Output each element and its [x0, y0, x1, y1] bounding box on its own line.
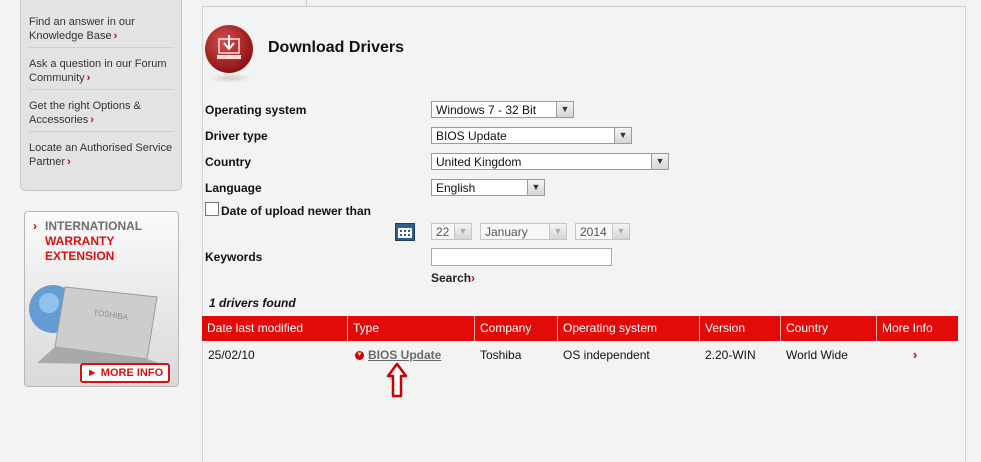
results-count: 1 drivers found: [209, 296, 296, 310]
search-button[interactable]: Search›: [431, 271, 475, 285]
date-filter-label: Date of upload newer than: [221, 204, 372, 218]
row-version: 2.20-WIN: [705, 348, 756, 362]
os-select[interactable]: Windows 7 - 32 Bit ▼: [431, 101, 574, 118]
chevron-down-icon[interactable]: ▼: [651, 154, 668, 169]
keywords-label: Keywords: [205, 250, 263, 264]
forum-community-link[interactable]: Ask a question in our Forum Community ›: [29, 57, 177, 85]
warranty-extension-banner[interactable]: › INTERNATIONAL WARRANTY EXTENSION TOSHI…: [24, 211, 179, 387]
row-country: World Wide: [786, 348, 848, 362]
col-more-info: More Info: [876, 316, 958, 341]
chevron-down-icon[interactable]: ▼: [454, 224, 471, 239]
red-chevron-icon: ›: [90, 114, 94, 126]
col-version[interactable]: Version: [699, 316, 780, 341]
driver-type-link[interactable]: BIOS Update: [368, 348, 441, 362]
red-chevron-icon: ›: [471, 271, 476, 285]
promo-line-3: EXTENSION: [45, 249, 115, 263]
download-drivers-icon: [205, 25, 253, 73]
col-company[interactable]: Company: [474, 316, 557, 341]
top-strip: [202, 0, 966, 7]
calendar-grid-icon: [398, 228, 412, 238]
chevron-down-icon[interactable]: ▼: [549, 224, 566, 239]
help-links-panel: Find an answer in our Knowledge Base › As…: [20, 0, 182, 191]
os-label: Operating system: [205, 103, 307, 117]
calendar-icon[interactable]: [395, 223, 415, 241]
divider: [29, 131, 174, 132]
more-info-arrow-icon[interactable]: ›: [913, 347, 917, 362]
page-title: Download Drivers: [268, 39, 405, 56]
more-info-button[interactable]: ► MORE INFO: [80, 363, 170, 383]
annotation-up-arrow-icon: [386, 362, 408, 398]
driver-type-select[interactable]: BIOS Update ▼: [431, 127, 632, 144]
divider: [29, 89, 174, 90]
service-partner-link[interactable]: Locate an Authorised Service Partner ›: [29, 141, 177, 169]
download-arrow-icon: [217, 35, 241, 59]
row-date: 25/02/10: [208, 348, 255, 362]
knowledge-base-link[interactable]: Find an answer in our Knowledge Base ›: [29, 15, 177, 43]
col-country[interactable]: Country: [780, 316, 876, 341]
date-day-select[interactable]: 22 ▼: [431, 223, 472, 240]
col-os[interactable]: Operating system: [557, 316, 699, 341]
language-label: Language: [205, 181, 262, 195]
date-filter-checkbox[interactable]: [205, 202, 219, 216]
red-chevron-icon: ›: [113, 30, 118, 42]
chevron-down-icon: ▼: [355, 351, 364, 360]
divider: [29, 47, 174, 48]
driver-type-label: Driver type: [205, 129, 268, 143]
country-label: Country: [205, 155, 251, 169]
date-year-select[interactable]: 2014 ▼: [575, 223, 630, 240]
col-type[interactable]: Type: [347, 316, 474, 341]
chevron-down-icon[interactable]: ▼: [527, 180, 544, 195]
red-chevron-icon: ›: [33, 219, 37, 233]
divider: [306, 0, 307, 6]
icon-shadow: [208, 73, 252, 83]
red-chevron-icon: ›: [86, 72, 91, 84]
options-accessories-link[interactable]: Get the right Options & Accessories ›: [29, 99, 177, 127]
date-month-select[interactable]: January ▼: [480, 223, 567, 240]
row-os: OS independent: [563, 348, 650, 362]
chevron-down-icon[interactable]: ▼: [556, 102, 573, 117]
country-select[interactable]: United Kingdom ▼: [431, 153, 669, 170]
row-company: Toshiba: [480, 348, 522, 362]
language-select[interactable]: English ▼: [431, 179, 545, 196]
chevron-down-icon[interactable]: ▼: [612, 224, 629, 239]
keywords-input[interactable]: [431, 248, 612, 266]
laptop-image: TOSHIBA: [29, 285, 165, 365]
chevron-down-icon[interactable]: ▼: [614, 128, 631, 143]
promo-line-2: WARRANTY: [45, 234, 115, 248]
red-chevron-icon: ›: [67, 156, 71, 168]
promo-line-1: INTERNATIONAL: [45, 219, 143, 233]
col-date[interactable]: Date last modified: [202, 316, 347, 341]
results-table-header: Date last modified Type Company Operatin…: [202, 316, 958, 341]
